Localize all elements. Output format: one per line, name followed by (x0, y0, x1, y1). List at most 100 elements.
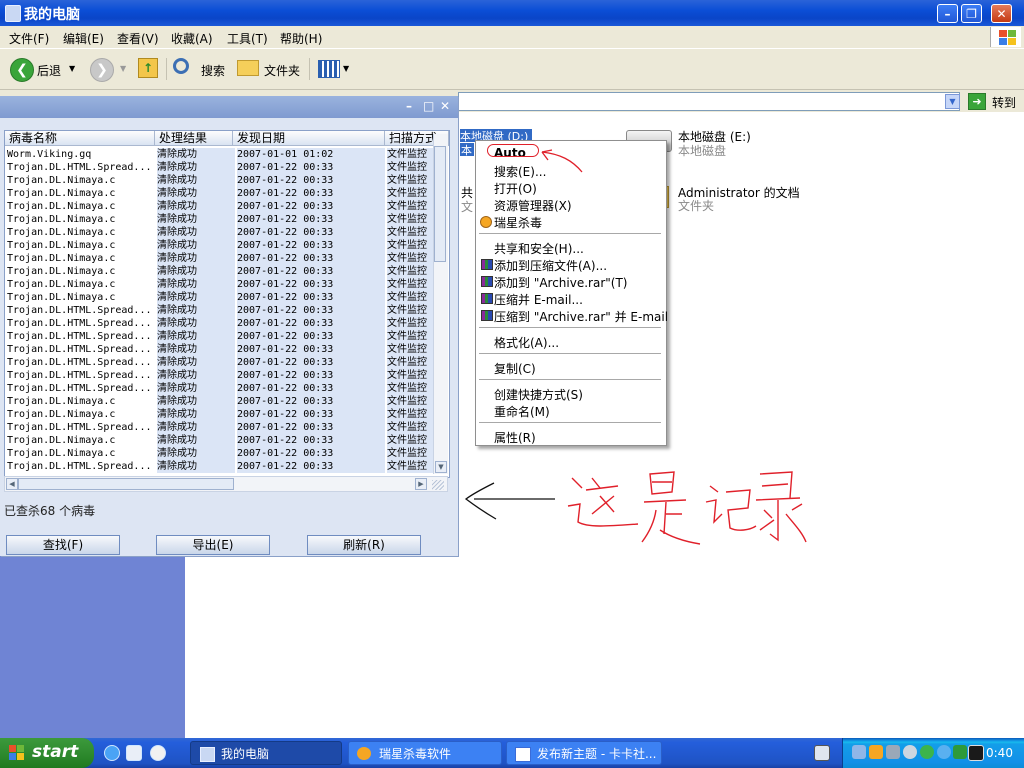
column-header-result[interactable]: 处理结果 (155, 131, 233, 146)
cell-virus-name: Trojan.DL.Nimaya.c (7, 227, 116, 238)
export-button[interactable]: 导出(E) (156, 535, 270, 555)
cell-result: 清除成功 (157, 421, 235, 434)
table-row[interactable]: Trojan.DL.Nimaya.c 清除成功 2007-01-22 00:33 文件… (5, 278, 435, 291)
log-minimize-button[interactable]: – (406, 99, 412, 113)
cell-virus-name: Trojan.DL.HTML.Spread... (7, 305, 152, 316)
tray-app-icon[interactable] (968, 745, 984, 761)
maximize-button[interactable]: ❐ (961, 4, 982, 23)
table-row[interactable]: Trojan.DL.Nimaya.c 清除成功 2007-01-22 00:33 文件… (5, 265, 435, 278)
table-row[interactable]: Trojan.DL.HTML.Spread... 清除成功 2007-01-22 0… (5, 343, 435, 356)
task-post-new-topic[interactable]: 发布新主题 - 卡卡社... (506, 741, 662, 765)
refresh-button[interactable]: 刷新(R) (307, 535, 421, 555)
menu-tools[interactable]: 工具(T) (227, 30, 268, 47)
table-row[interactable]: Trojan.DL.HTML.Spread... 清除成功 2007-01-22 0… (5, 382, 435, 395)
back-arrow-icon[interactable]: ❮ (10, 58, 34, 82)
search-icon[interactable] (173, 58, 189, 74)
table-row[interactable]: Trojan.DL.Nimaya.c 清除成功 2007-01-22 00:33 文件… (5, 213, 435, 226)
menu-view[interactable]: 查看(V) (117, 30, 159, 47)
table-row[interactable]: Trojan.DL.Nimaya.c 清除成功 2007-01-22 00:33 文件… (5, 226, 435, 239)
forward-arrow-icon[interactable]: ❯ (90, 58, 114, 82)
tray-dsl-icon[interactable] (920, 745, 934, 759)
folder-up-icon[interactable]: ↑ (138, 58, 158, 78)
address-dropdown-icon[interactable]: ▼ (945, 94, 960, 109)
close-button[interactable]: ✕ (991, 4, 1012, 23)
start-button[interactable]: start (0, 738, 94, 768)
table-row[interactable]: Trojan.DL.Nimaya.c 清除成功 2007-01-22 00:33 文件… (5, 239, 435, 252)
log-close-button[interactable]: ✕ (440, 99, 450, 113)
table-row[interactable]: Trojan.DL.HTML.Spread... 清除成功 2007-01-22 0… (5, 460, 435, 473)
cell-scan-mode: 文件监控 (387, 330, 435, 343)
go-button[interactable]: ➜ 转到 (968, 92, 1022, 111)
media-player-icon[interactable] (150, 745, 166, 761)
menu-file[interactable]: 文件(F) (9, 30, 49, 47)
cell-scan-mode: 文件监控 (387, 291, 435, 304)
table-row[interactable]: Trojan.DL.HTML.Spread... 清除成功 2007-01-22 0… (5, 356, 435, 369)
cell-result: 清除成功 (157, 317, 235, 330)
task-rising-antivirus[interactable]: 瑞星杀毒软件 (348, 741, 502, 765)
cell-scan-mode: 文件监控 (387, 213, 435, 226)
tray-rising-icon[interactable] (869, 745, 883, 759)
table-row[interactable]: Trojan.DL.Nimaya.c 清除成功 2007-01-22 00:33 文件… (5, 174, 435, 187)
vertical-scroll-thumb[interactable] (434, 146, 446, 262)
table-row[interactable]: Trojan.DL.HTML.Spread... 清除成功 2007-01-22 0… (5, 369, 435, 382)
views-icon[interactable] (318, 60, 340, 78)
tray-ie-icon[interactable] (937, 745, 951, 759)
window-title: 我的电脑 (24, 7, 80, 23)
cell-result: 清除成功 (157, 395, 235, 408)
back-button-label[interactable]: 后退 (37, 62, 61, 79)
keyboard-icon[interactable] (814, 745, 830, 761)
tray-volume-icon[interactable] (886, 745, 900, 759)
menu-edit[interactable]: 编辑(E) (63, 30, 104, 47)
cell-date: 2007-01-22 00:33 (237, 174, 385, 187)
resize-grip[interactable] (432, 480, 444, 490)
toolbar: ❮ 后退 ▼ ❯ ▼ ↑ 搜索 文件夹 ▼ (0, 49, 1024, 90)
log-maximize-button[interactable]: □ (423, 99, 434, 113)
table-row[interactable]: Trojan.DL.HTML.Spread... 清除成功 2007-01-22 0… (5, 421, 435, 434)
table-row[interactable]: Trojan.DL.Nimaya.c 清除成功 2007-01-22 00:33 文件… (5, 252, 435, 265)
table-row[interactable]: Trojan.DL.Nimaya.c 清除成功 2007-01-22 00:33 文件… (5, 434, 435, 447)
chevron-down-icon[interactable]: ▼ (69, 64, 75, 73)
table-row[interactable]: Trojan.DL.HTML.Spread... 清除成功 2007-01-22 0… (5, 161, 435, 174)
table-row[interactable]: Trojan.DL.HTML.Spread... 清除成功 2007-01-22 0… (5, 317, 435, 330)
ie-icon[interactable] (104, 745, 120, 761)
outlook-icon[interactable] (126, 745, 142, 761)
title-bar[interactable]: 我的电脑 – ❐ ✕ (0, 0, 1024, 26)
table-row[interactable]: Trojan.DL.HTML.Spread... 清除成功 2007-01-22 0… (5, 330, 435, 343)
table-row[interactable]: Worm.Viking.gq 清除成功 2007-01-01 01:02 文件监控 (5, 148, 435, 161)
scroll-right-icon[interactable]: ▶ (415, 478, 427, 490)
cell-date: 2007-01-22 00:33 (237, 291, 385, 304)
cell-date: 2007-01-01 01:02 (237, 148, 385, 161)
tray-mute-icon[interactable] (903, 745, 917, 759)
table-row[interactable]: Trojan.DL.HTML.Spread... 清除成功 2007-01-22 0… (5, 304, 435, 317)
search-button[interactable]: 搜索 (201, 62, 225, 79)
folders-button[interactable]: 文件夹 (264, 62, 300, 79)
column-header-virus-name[interactable]: 病毒名称 (5, 131, 155, 146)
menu-favorites[interactable]: 收藏(A) (171, 30, 213, 47)
find-button[interactable]: 查找(F) (6, 535, 120, 555)
chevron-down-icon[interactable]: ▼ (120, 64, 126, 73)
chevron-down-icon[interactable]: ▼ (343, 64, 349, 73)
table-row[interactable]: Trojan.DL.Nimaya.c 清除成功 2007-01-22 00:33 文件… (5, 200, 435, 213)
tray-up-arrow-icon[interactable] (953, 745, 967, 759)
cell-scan-mode: 文件监控 (387, 187, 435, 200)
scan-log-table[interactable]: 病毒名称 处理结果 发现日期 扫描方式 Worm.Viking.gq 清除成功 20… (4, 130, 450, 478)
table-row[interactable]: Trojan.DL.Nimaya.c 清除成功 2007-01-22 00:33 文件… (5, 447, 435, 460)
cell-virus-name: Trojan.DL.Nimaya.c (7, 266, 116, 277)
table-row[interactable]: Trojan.DL.Nimaya.c 清除成功 2007-01-22 00:33 文件… (5, 291, 435, 304)
task-my-computer[interactable]: 我的电脑 (190, 741, 342, 765)
scan-log-titlebar[interactable] (0, 96, 458, 118)
table-row[interactable]: Trojan.DL.Nimaya.c 清除成功 2007-01-22 00:33 文件… (5, 408, 435, 421)
table-row[interactable]: Trojan.DL.Nimaya.c 清除成功 2007-01-22 00:33 文件… (5, 395, 435, 408)
scroll-left-icon[interactable]: ◀ (6, 478, 18, 490)
minimize-button[interactable]: – (937, 4, 958, 23)
horizontal-scroll-thumb[interactable] (18, 478, 234, 490)
address-input[interactable] (458, 92, 960, 111)
folders-icon[interactable] (237, 60, 259, 76)
menu-help[interactable]: 帮助(H) (280, 30, 322, 47)
cell-result: 清除成功 (157, 265, 235, 278)
tray-network-icon[interactable] (852, 745, 866, 759)
cell-scan-mode: 文件监控 (387, 148, 435, 161)
column-header-date[interactable]: 发现日期 (233, 131, 385, 146)
table-row[interactable]: Trojan.DL.Nimaya.c 清除成功 2007-01-22 00:33 文件… (5, 187, 435, 200)
scroll-down-icon[interactable]: ▼ (435, 461, 447, 473)
